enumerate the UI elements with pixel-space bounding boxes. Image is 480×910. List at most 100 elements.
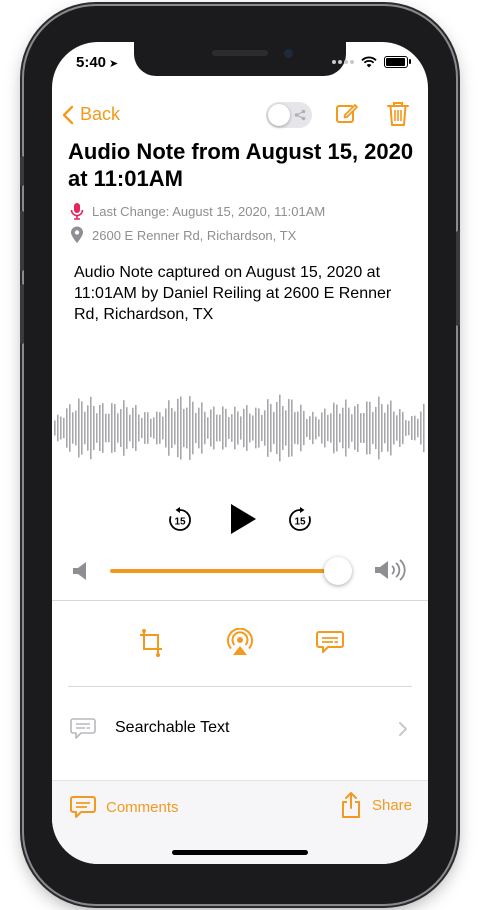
waveform-bar (237, 411, 239, 445)
waveform-bar (399, 409, 401, 447)
waveform-bar (393, 411, 395, 445)
waveform-bar (264, 410, 266, 446)
divider (52, 600, 428, 601)
volume-track[interactable] (110, 569, 338, 573)
waveform-bar (84, 411, 86, 445)
waveform-bar (390, 400, 392, 456)
waveform-bar (372, 411, 374, 445)
waveform-bar (138, 414, 140, 442)
compose-icon[interactable] (334, 100, 360, 126)
comment-icon (70, 796, 96, 818)
tool-row (52, 620, 428, 664)
waveform-bar (87, 405, 89, 451)
waveform-bar (186, 407, 188, 449)
searchable-text-label: Searchable Text (115, 719, 230, 736)
waveform-bar (249, 413, 251, 443)
waveform-bar (363, 413, 365, 443)
share-icon (341, 792, 360, 818)
waveform-bar (267, 399, 269, 457)
waveform-bar (123, 400, 125, 456)
comments-button[interactable]: Comments (70, 795, 179, 819)
waveform-bar (255, 407, 257, 449)
last-change-row: Last Change: August 15, 2020, 11:01AM (70, 202, 325, 220)
waveform-bar (345, 399, 347, 457)
share-toggle[interactable] (266, 102, 312, 128)
audio-waveform[interactable] (52, 378, 428, 478)
waveform-bar (423, 403, 425, 453)
share-label: Share (371, 796, 412, 814)
waveform-bar (369, 401, 371, 455)
waveform-bar (378, 396, 380, 460)
share-button[interactable]: Share (340, 791, 412, 819)
waveform-bar (102, 403, 104, 453)
transcript-icon[interactable] (316, 628, 344, 656)
waveform-bar (75, 410, 77, 446)
waveform-bar (297, 411, 299, 445)
waveform-bar (90, 396, 92, 460)
waveform-bar (105, 413, 107, 443)
location-row: 2600 E Renner Rd, Richardson, TX (70, 226, 296, 244)
waveform-bar (225, 408, 227, 448)
waveform-bar (147, 412, 149, 444)
waveform-bar (294, 412, 296, 444)
waveform-bar (336, 404, 338, 452)
waveform-bar (243, 408, 245, 448)
waveform-bar (420, 411, 422, 445)
waveform-bar (111, 403, 113, 453)
divider (68, 686, 412, 687)
waveform-bar (246, 405, 248, 451)
waveform-bar (198, 407, 200, 449)
share-nodes-icon (294, 109, 306, 121)
waveform-bar (183, 408, 185, 448)
crop-icon[interactable] (139, 628, 163, 658)
waveform-bar (81, 401, 83, 455)
trash-icon[interactable] (386, 100, 410, 128)
waveform-bar (342, 407, 344, 449)
waveform-bar (54, 420, 56, 436)
status-indicators (332, 56, 411, 68)
status-time: 5:40 ➤ (76, 54, 118, 71)
volume-thumb[interactable] (324, 557, 352, 585)
back-button[interactable]: Back (62, 104, 120, 125)
airplay-icon[interactable] (226, 628, 254, 656)
waveform-bar (309, 416, 311, 440)
skip-back-seconds: 15 (174, 517, 186, 528)
play-icon[interactable] (228, 502, 258, 536)
location-text: 2600 E Renner Rd, Richardson, TX (92, 227, 297, 243)
searchable-text-row[interactable]: Searchable Text (52, 706, 428, 752)
waveform-bar (156, 411, 158, 445)
navigation-bar: Back (52, 98, 428, 132)
waveform-bar (300, 404, 302, 452)
waveform-bar (126, 407, 128, 449)
waveform-bar (375, 406, 377, 450)
back-label: Back (80, 104, 121, 124)
notch (134, 42, 346, 76)
volume-slider (52, 552, 428, 588)
skip-forward-15-icon[interactable]: 15 (286, 506, 314, 534)
playback-controls: 15 15 (52, 494, 428, 544)
waveform-bar (321, 412, 323, 444)
status-time-text: 5:40 (76, 54, 107, 71)
waveform-bar (207, 417, 209, 439)
waveform-bar (195, 412, 197, 444)
waveform-bar (180, 396, 182, 460)
waveform-bar (360, 413, 362, 443)
waveform-bar (240, 416, 242, 440)
waveform-bar (282, 406, 284, 450)
note-description: Audio Note captured on August 15, 2020 a… (74, 264, 392, 323)
waveform-bar (165, 408, 167, 448)
waveform-bar (222, 406, 224, 450)
speaker-high-icon (375, 559, 406, 581)
waveform-bar (417, 418, 419, 438)
waveform-bar (63, 417, 65, 439)
waveform-bar (189, 396, 191, 460)
waveform-bar (381, 404, 383, 452)
skip-back-15-icon[interactable]: 15 (166, 506, 194, 534)
waveform-bar (348, 407, 350, 449)
waveform-bar (303, 410, 305, 446)
waveform-bar (405, 420, 407, 436)
waveform-bar (129, 414, 131, 442)
waveform-bar (177, 398, 179, 458)
waveform-bar (279, 394, 281, 462)
waveform-bar (153, 417, 155, 439)
